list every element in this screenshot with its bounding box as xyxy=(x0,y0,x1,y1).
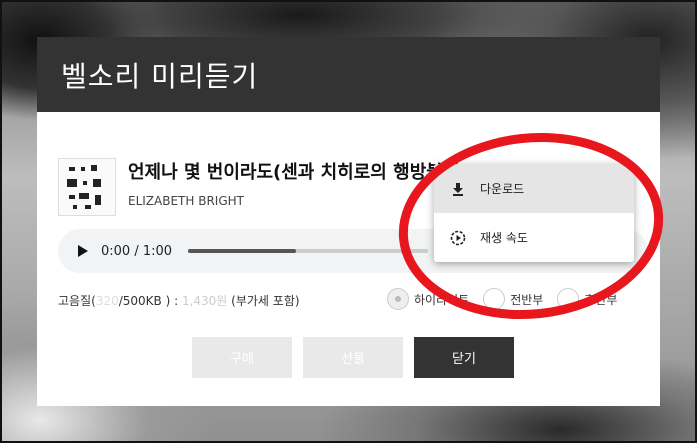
playback-speed-icon xyxy=(450,230,466,246)
radio-first-half[interactable]: 전반부 xyxy=(483,288,543,310)
size-suffix: /500KB ) : xyxy=(118,294,179,308)
gift-button[interactable]: 선물 xyxy=(303,337,403,378)
bitrate-value: 320 xyxy=(95,294,119,308)
radio-highlight[interactable]: 하이라이트 xyxy=(387,288,469,310)
quality-info: 고음질(320/500KB ) : 1,430원 (부가세 포함) xyxy=(58,292,300,309)
menu-item-playback-speed[interactable]: 재생 속도 xyxy=(434,213,634,262)
menu-item-label: 다운로드 xyxy=(480,182,525,196)
close-button[interactable]: 닫기 xyxy=(414,337,514,378)
radio-second-half[interactable]: 후반부 xyxy=(557,288,617,310)
playback-time: 0:00 / 1:00 xyxy=(101,243,173,259)
tax-note: (부가세 포함) xyxy=(227,294,300,308)
song-info-block: 언제나 몇 번이라도(센과 치히로의 행방불명) ELIZABETH BRIGH… xyxy=(58,158,468,216)
menu-item-download[interactable]: 다운로드 xyxy=(434,164,634,213)
download-icon xyxy=(450,181,466,197)
song-title: 언제나 몇 번이라도(센과 치히로의 행방불명) xyxy=(128,162,468,183)
song-text: 언제나 몇 번이라도(센과 치히로의 행방불명) ELIZABETH BRIGH… xyxy=(128,158,468,216)
dialog-buttons: 구매 선물 닫기 xyxy=(192,337,525,378)
progress-fill xyxy=(188,249,297,253)
album-cover xyxy=(58,158,116,216)
segment-radio-group: 하이라이트 전반부 후반부 xyxy=(387,288,631,310)
dialog-header: 벨소리 미리듣기 xyxy=(37,37,660,112)
play-icon[interactable] xyxy=(78,245,88,257)
radio-label: 전반부 xyxy=(510,292,544,307)
radio-circle[interactable] xyxy=(387,288,409,310)
dialog-title: 벨소리 미리듣기 xyxy=(61,59,259,93)
buy-button[interactable]: 구매 xyxy=(192,337,292,378)
radio-label: 후반부 xyxy=(584,292,618,307)
radio-circle[interactable] xyxy=(483,288,506,310)
quality-label: 고음질( xyxy=(58,294,96,308)
song-artist: ELIZABETH BRIGHT xyxy=(128,194,244,208)
progress-bar[interactable] xyxy=(188,249,429,253)
player-options-menu: 다운로드 재생 속도 xyxy=(434,164,634,262)
radio-label: 하이라이트 xyxy=(414,292,470,307)
radio-circle[interactable] xyxy=(557,288,580,310)
price: 1,430원 xyxy=(181,294,228,308)
menu-item-label: 재생 속도 xyxy=(480,231,528,245)
